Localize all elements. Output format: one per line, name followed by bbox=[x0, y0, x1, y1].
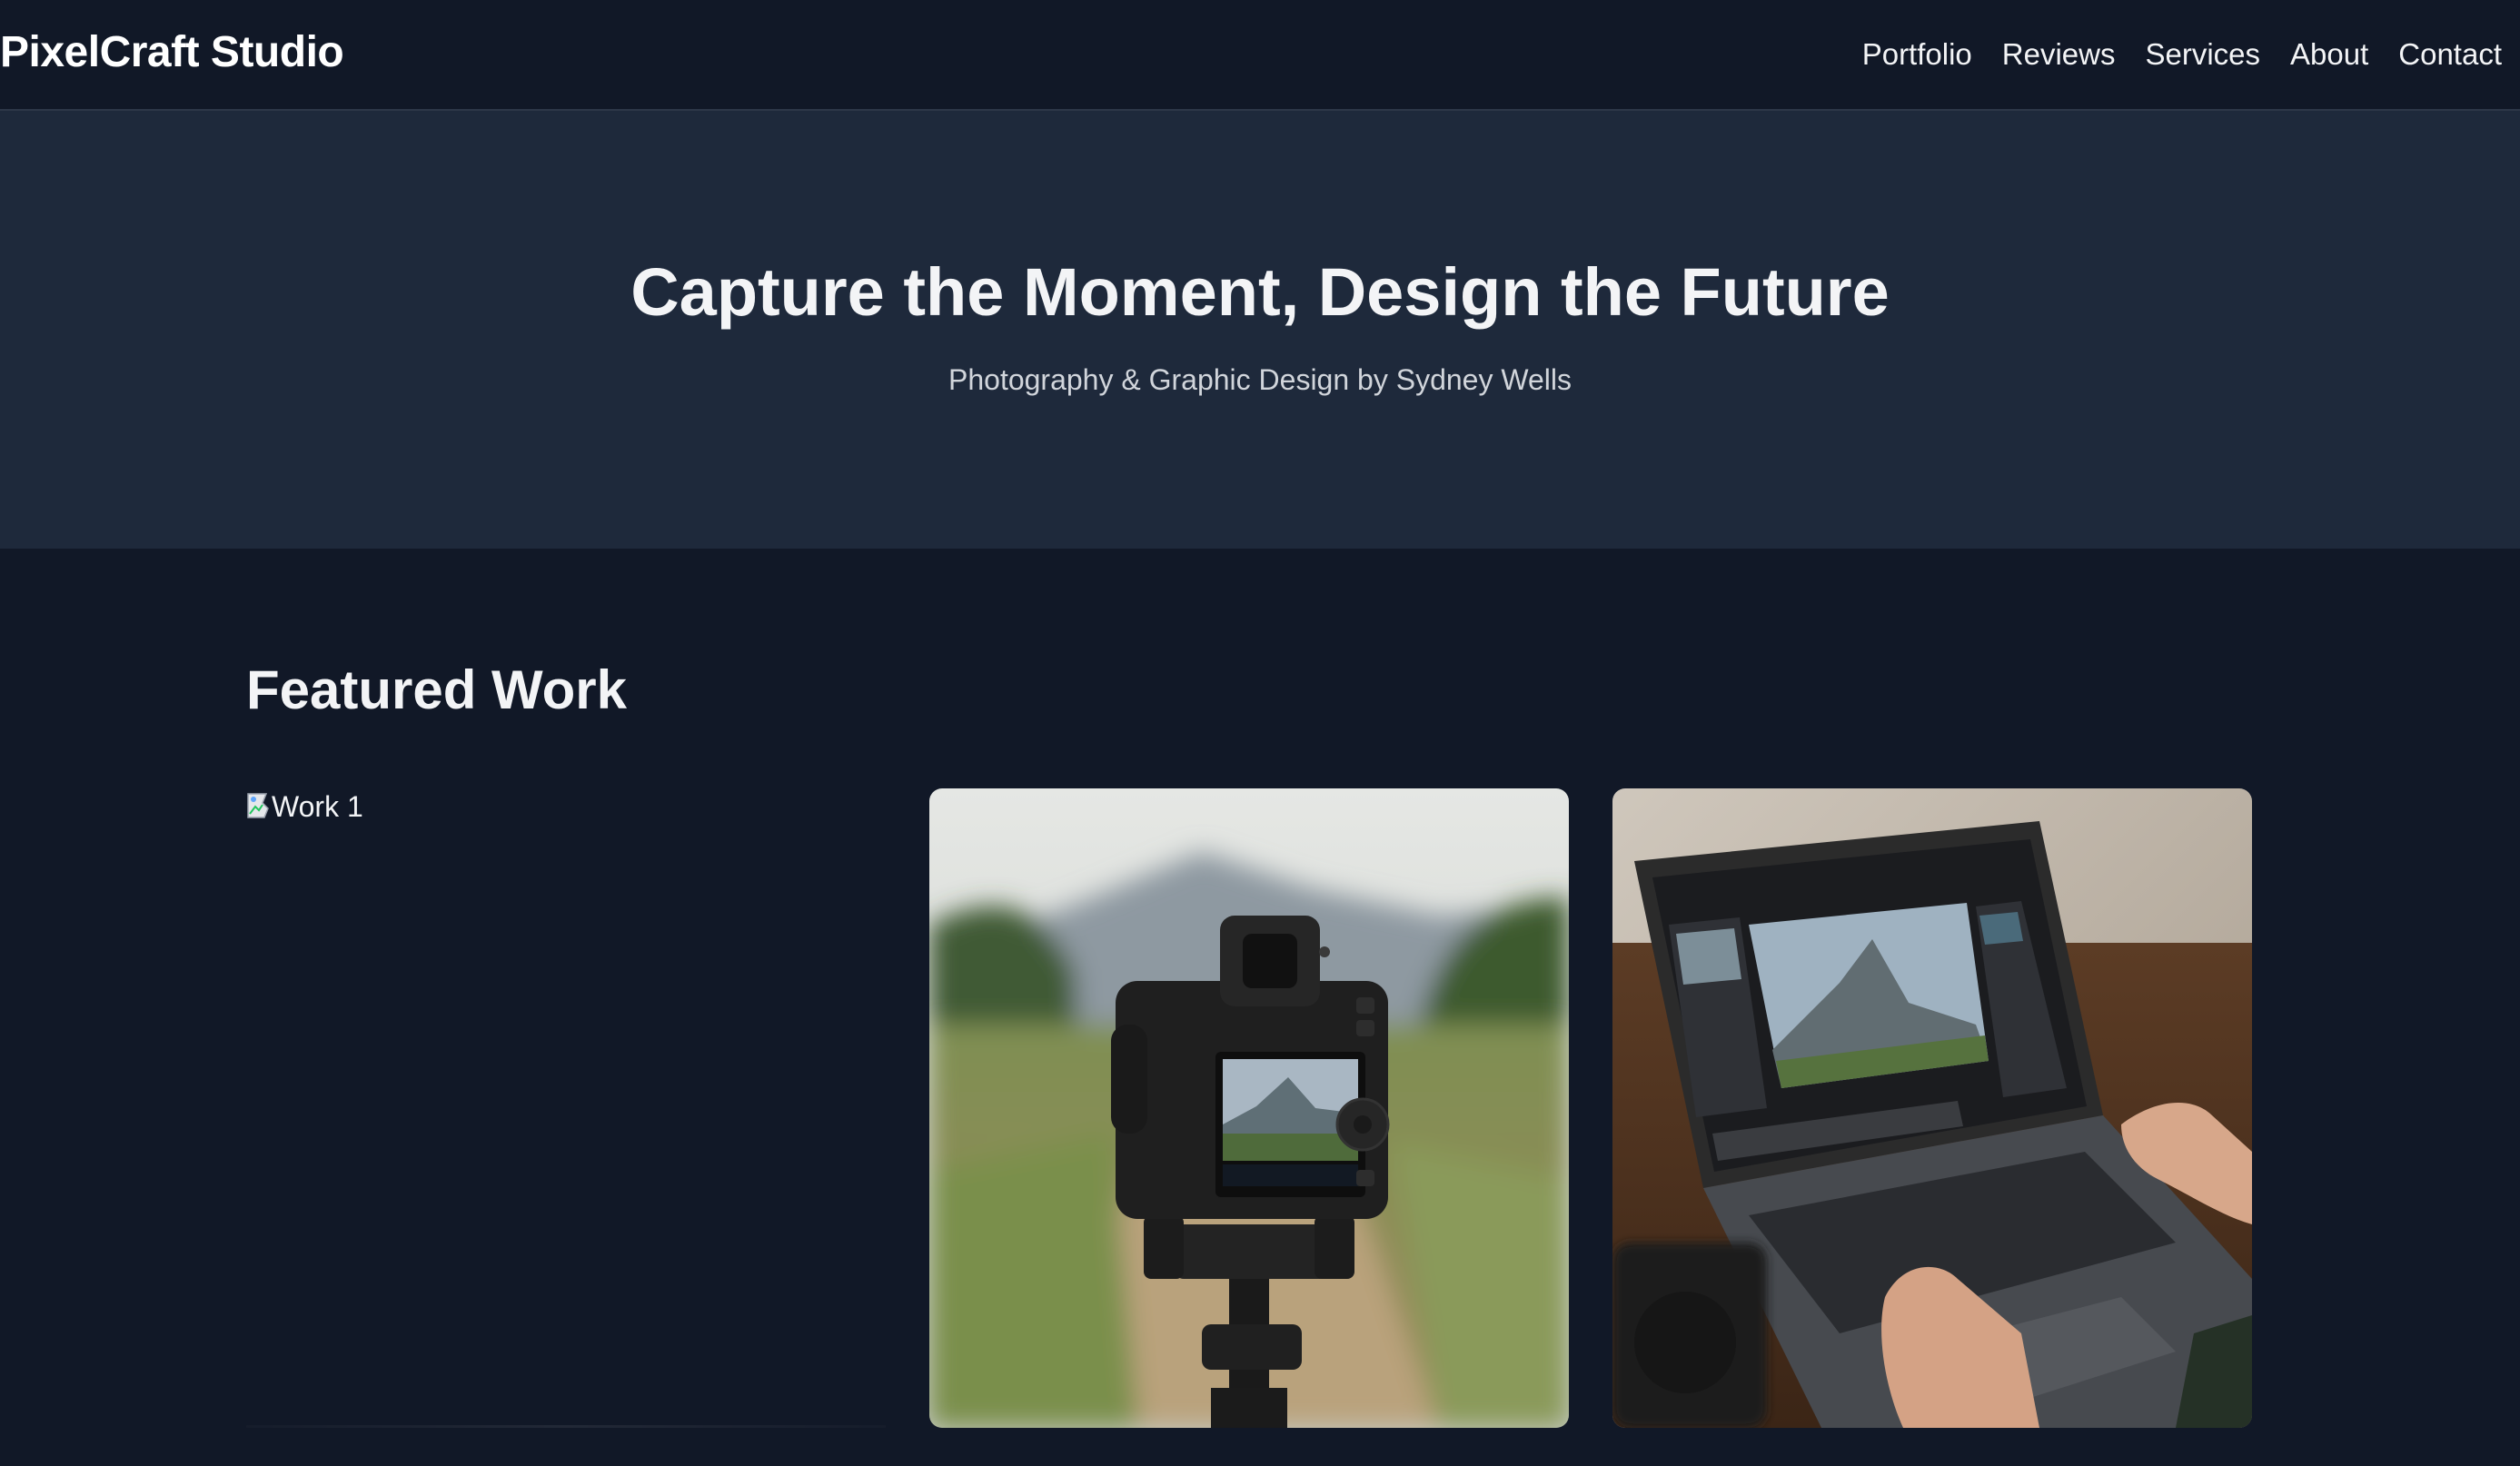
hero-subtitle: Photography & Graphic Design by Sydney W… bbox=[948, 363, 1572, 396]
camera-on-tripod-photo bbox=[929, 788, 1569, 1428]
work-grid: Work 1 bbox=[246, 788, 2254, 1428]
featured-work-section: Featured Work Work 1 bbox=[0, 549, 2520, 1466]
broken-image-placeholder: Work 1 bbox=[246, 788, 363, 825]
card-bottom-divider bbox=[246, 1425, 886, 1428]
laptop-photo-editing-photo bbox=[1612, 788, 2252, 1428]
nav-link-portfolio[interactable]: Portfolio bbox=[1862, 36, 1972, 73]
brand-logo-text[interactable]: PixelCraft Studio bbox=[0, 0, 344, 109]
nav-link-services[interactable]: Services bbox=[2145, 36, 2260, 73]
nav-link-about[interactable]: About bbox=[2290, 36, 2368, 73]
hero-title: Capture the Moment, Design the Future bbox=[630, 254, 1890, 330]
work-card-3[interactable] bbox=[1612, 788, 2252, 1428]
main-nav: Portfolio Reviews Services About Contact bbox=[1862, 0, 2502, 109]
work-card-2[interactable] bbox=[929, 788, 1569, 1428]
site-header: PixelCraft Studio Portfolio Reviews Serv… bbox=[0, 0, 2520, 111]
nav-link-contact[interactable]: Contact bbox=[2398, 36, 2502, 73]
work-image-alt-text: Work 1 bbox=[272, 790, 363, 823]
hero-section: Capture the Moment, Design the Future Ph… bbox=[0, 111, 2520, 549]
work-card-1[interactable]: Work 1 bbox=[246, 788, 886, 1428]
section-title: Featured Work bbox=[246, 659, 627, 720]
nav-link-reviews[interactable]: Reviews bbox=[2002, 36, 2116, 73]
broken-image-icon bbox=[246, 792, 277, 819]
